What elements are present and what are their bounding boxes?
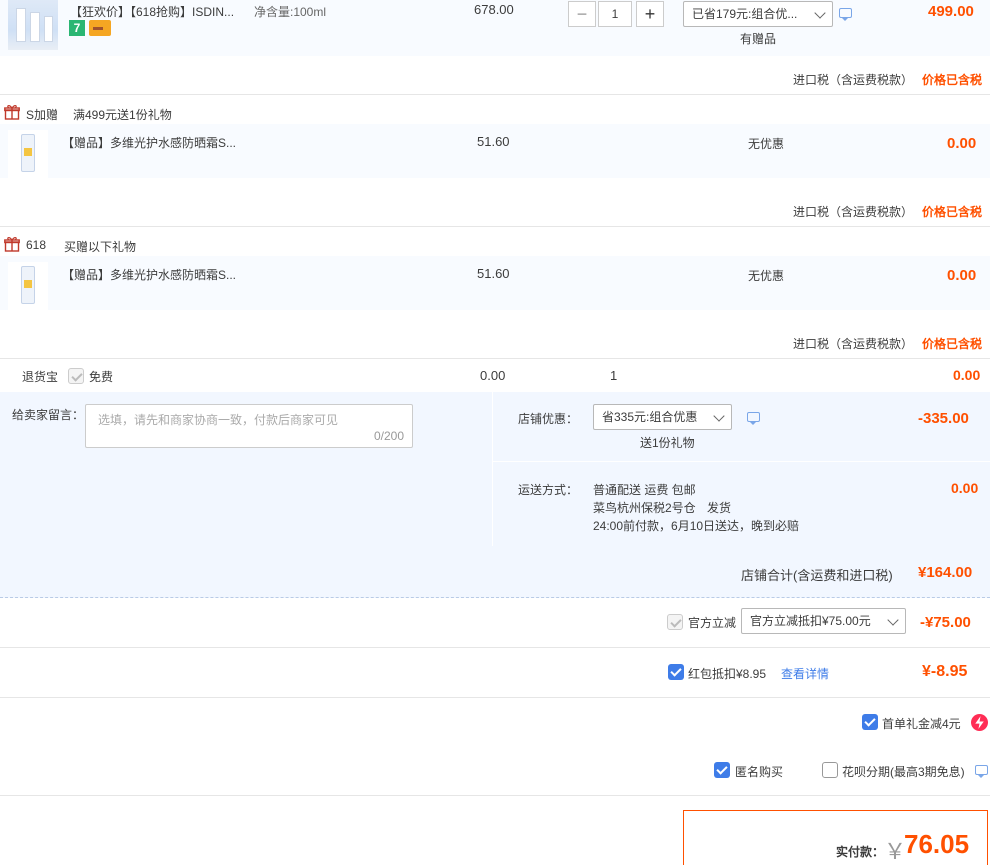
gift-item-thumbnail[interactable] [8,262,48,310]
shipping-amount: 0.00 [951,480,979,496]
gift-icon [4,237,20,252]
shipping-warehouse: 菜鸟杭州保税2号仓 发货 [593,499,731,516]
shipping-warehouse-suffix: 发货 [707,501,732,515]
gift-icon [4,105,20,120]
gift-import-tax: 进口税（含运费税款） [793,205,914,219]
shop-discount-label: 店铺优惠： [518,412,579,426]
first-order-checkbox[interactable] [862,714,878,730]
chevron-down-icon [887,614,899,626]
quantity-input[interactable]: 1 [598,1,632,27]
shipping-warehouse-name: 菜鸟杭州保税2号仓 [593,501,696,515]
official-discount-label: 官方立减 [688,616,737,630]
gift-group-title: 618 [26,238,47,252]
return-insurance-checkbox[interactable] [68,368,84,384]
gift-group-subtitle: 满499元送1份礼物 [73,108,172,122]
chevron-down-icon [814,7,826,19]
shop-total-amount: ¥164.00 [918,564,973,581]
quantity-decrease-button[interactable]: − [568,1,596,27]
gift-item-row [0,124,990,178]
shop-discount-select-text: 省335元:组合优惠 [602,410,698,424]
gift-item-discount: 无优惠 [748,269,785,283]
message-counter: 0/200 [373,429,404,443]
gift-item-total: 0.00 [947,135,977,152]
product-import-tax: 进口税（含运费税款） [793,73,914,87]
tmall-seven-badge: 7 [69,20,85,36]
anonymous-checkbox[interactable] [714,762,730,778]
payment-label: 实付款： [836,845,885,859]
shop-discount-select[interactable]: 省335元:组合优惠 [593,404,732,430]
message-placeholder: 选填，请先和商家协商一致，付款后商家可见 [98,413,339,427]
gift-item-name[interactable]: 【赠品】多维光护水感防晒霜S... [62,266,236,283]
payment-amount: 76.05 [904,829,970,859]
gift-tax-status: 价格已含税 [922,337,983,351]
gift-item-price: 51.60 [477,266,510,281]
official-discount-amount: -¥75.00 [920,614,971,631]
gift-item-thumbnail[interactable] [8,130,48,178]
panel-divider-horizontal [493,461,990,462]
product-thumbnail[interactable] [8,0,58,50]
shop-total-label: 店铺合计(含运费和进口税) [741,568,893,583]
product-title[interactable]: 【狂欢价】【618抢购】ISDIN... [70,3,234,20]
official-discount-checkbox[interactable] [667,614,683,630]
card-icon [89,20,111,36]
panel-divider [492,392,493,546]
anonymous-label: 匿名购买 [735,765,784,779]
shipping-eta: 24:00前付款，6月10日送达，晚到必赔 [593,519,800,533]
product-promo-select[interactable]: 已省179元:组合优... [683,1,833,27]
red-packet-label: 红包抵扣¥8.95 [688,667,767,681]
first-order-label: 首单礼金减4元 [882,717,961,731]
huabei-label: 花呗分期(最高3期免息) [842,765,965,779]
official-discount-select-text: 官方立减抵扣¥75.00元 [750,614,871,628]
gift-item-price: 51.60 [477,134,510,149]
message-label: 给卖家留言： [12,408,85,422]
shop-discount-amount: -335.00 [918,410,969,427]
chat-icon[interactable] [747,412,760,425]
return-insurance-price: 0.00 [480,368,506,383]
official-discount-select[interactable]: 官方立减抵扣¥75.00元 [741,608,906,634]
gift-import-tax: 进口税（含运费税款） [793,337,914,351]
gift-item-row [0,256,990,310]
gift-item-total: 0.00 [947,267,977,284]
return-insurance-qty: 1 [610,368,618,383]
product-tax-status: 价格已含税 [922,73,983,87]
gift-tax-status: 价格已含税 [922,205,983,219]
gift-group-subtitle: 买赠以下礼物 [64,240,137,254]
chat-icon[interactable] [839,8,852,21]
product-gift-note: 有赠品 [740,32,777,46]
product-promo-select-text: 已省179元:组合优... [692,7,798,21]
huabei-checkbox[interactable] [822,762,838,778]
product-unit-price: 678.00 [474,2,514,17]
red-packet-details-link[interactable]: 查看详情 [781,665,829,682]
gift-group-title: S加赠 [26,108,59,122]
red-packet-checkbox[interactable] [668,664,684,680]
shipping-method: 普通配送 运费 包邮 [593,483,696,497]
gift-item-discount: 无优惠 [748,137,785,151]
gift-item-name[interactable]: 【赠品】多维光护水感防晒霜S... [62,134,236,151]
red-packet-amount: ¥-8.95 [922,663,968,680]
return-insurance-label: 退货宝 [22,370,59,384]
message-input[interactable]: 选填，请先和商家协商一致，付款后商家可见 0/200 [85,404,413,448]
chat-icon[interactable] [975,765,988,778]
shipping-label: 运送方式： [518,483,579,497]
return-insurance-total: 0.00 [953,367,981,383]
product-spec: 净含量:100ml [254,5,327,19]
lightning-icon [971,714,988,731]
payment-currency: ￥ [884,839,907,864]
chevron-down-icon [713,410,725,422]
quantity-increase-button[interactable]: + [636,1,664,27]
return-insurance-free: 免费 [89,370,114,384]
shop-discount-note: 送1份礼物 [640,436,695,450]
product-total: 499.00 [928,3,974,20]
